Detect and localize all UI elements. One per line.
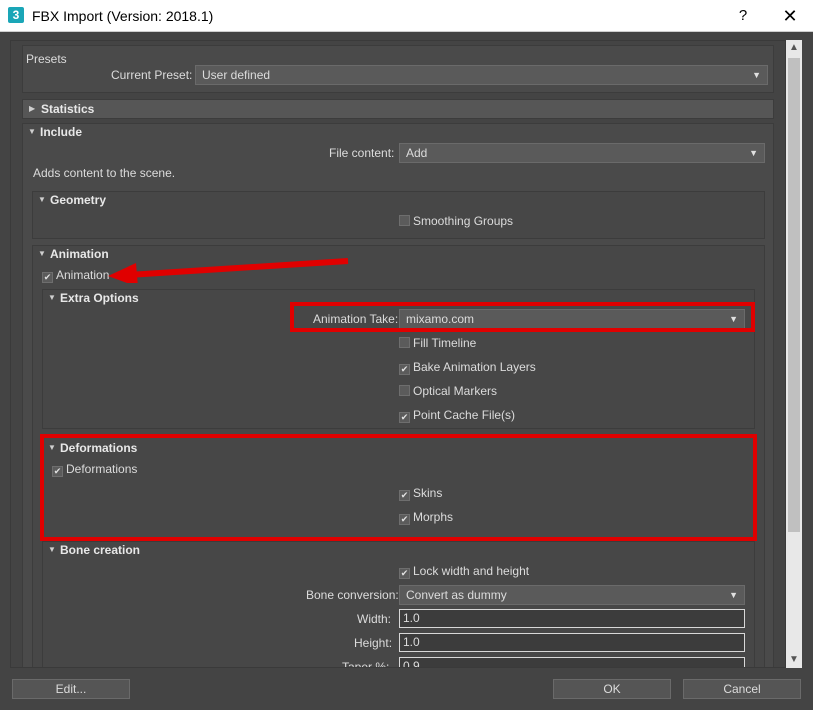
animation-checkbox-label: Animation [56, 268, 110, 282]
current-preset-dropdown[interactable]: User defined ▼ [195, 65, 768, 85]
current-preset-value: User defined [202, 68, 271, 82]
include-description: Adds content to the scene. [33, 166, 176, 180]
collapse-triangle-icon: ▼ [38, 249, 46, 258]
bone-conversion-value: Convert as dummy [406, 588, 507, 602]
cancel-button[interactable]: Cancel [683, 679, 801, 699]
animation-label: Animation [50, 247, 109, 261]
lock-width-height-label: Lock width and height [413, 564, 530, 578]
checkbox-unchecked-icon [399, 337, 410, 348]
checkbox-unchecked-icon [399, 215, 410, 226]
window-title: FBX Import (Version: 2018.1) [32, 8, 214, 24]
chevron-down-icon: ▼ [752, 70, 761, 80]
animation-checkbox[interactable]: ✔ Animation [42, 268, 109, 284]
app-icon: 3 [8, 7, 24, 23]
vertical-scrollbar[interactable]: ▲ ▼ [786, 40, 802, 668]
checkmark-icon: ✔ [399, 412, 410, 423]
scroll-thumb[interactable] [788, 58, 800, 532]
checkmark-icon: ✔ [42, 272, 53, 283]
taper-input[interactable]: 0.9 [399, 657, 745, 667]
red-arrow-icon [108, 258, 349, 283]
point-cache-label: Point Cache File(s) [413, 408, 516, 422]
statistics-label: Statistics [41, 102, 95, 116]
expand-triangle-icon: ▶ [29, 104, 36, 113]
width-input[interactable]: 1.0 [399, 609, 745, 628]
taper-label: Taper %: [342, 660, 390, 668]
file-content-label: File content: [329, 146, 395, 160]
lock-width-height-checkbox[interactable]: ✔ Lock width and height [399, 564, 529, 580]
point-cache-checkbox[interactable]: ✔ Point Cache File(s) [399, 408, 515, 424]
close-button[interactable]: ✕ [776, 4, 804, 28]
fill-timeline-label: Fill Timeline [413, 336, 477, 350]
checkbox-unchecked-icon [399, 385, 410, 396]
ok-button[interactable]: OK [553, 679, 671, 699]
scroll-up-icon[interactable]: ▲ [786, 40, 802, 56]
smoothing-groups-label: Smoothing Groups [413, 214, 514, 228]
optical-markers-label: Optical Markers [413, 384, 498, 398]
import-settings-panel: Presets Current Preset: User defined ▼ ▶… [10, 40, 786, 668]
height-label: Height: [354, 636, 393, 650]
current-preset-label: Current Preset: [111, 68, 193, 82]
chevron-down-icon: ▼ [729, 590, 738, 600]
extra-options-label: Extra Options [60, 291, 139, 305]
bake-animation-layers-label: Bake Animation Layers [413, 360, 536, 374]
checkmark-icon: ✔ [399, 364, 410, 375]
geometry-label: Geometry [50, 193, 107, 207]
help-button[interactable]: ? [733, 5, 753, 27]
width-label: Width: [357, 612, 392, 626]
chevron-down-icon: ▼ [749, 148, 758, 158]
height-input[interactable]: 1.0 [399, 633, 745, 652]
file-content-value: Add [406, 146, 428, 160]
bone-creation-rollout[interactable]: ▼ Bone creation [42, 541, 755, 561]
bone-conversion-label: Bone conversion: [306, 588, 399, 602]
edit-button[interactable]: Edit... [12, 679, 130, 699]
include-label: Include [40, 125, 83, 139]
title-bar: 3 FBX Import (Version: 2018.1) ? ✕ [0, 0, 813, 32]
file-content-dropdown[interactable]: Add ▼ [399, 143, 765, 163]
bone-creation-label: Bone creation [60, 543, 141, 557]
include-rollout[interactable]: ▼ Include [22, 123, 774, 143]
geometry-rollout[interactable]: ▼ Geometry [32, 191, 765, 211]
checkmark-icon: ✔ [399, 568, 410, 579]
highlight-box-animation-take [290, 302, 755, 332]
fill-timeline-checkbox[interactable]: Fill Timeline [399, 336, 476, 352]
collapse-triangle-icon: ▼ [48, 545, 56, 554]
bake-animation-layers-checkbox[interactable]: ✔ Bake Animation Layers [399, 360, 536, 376]
bone-conversion-dropdown[interactable]: Convert as dummy ▼ [399, 585, 745, 605]
smoothing-groups-checkbox[interactable]: Smoothing Groups [399, 214, 513, 230]
statistics-rollout[interactable]: ▶ Statistics [22, 99, 774, 119]
highlight-box-deformations [40, 434, 757, 541]
collapse-triangle-icon: ▼ [38, 195, 46, 204]
presets-label: Presets [26, 52, 67, 66]
scroll-down-icon[interactable]: ▼ [786, 652, 802, 668]
optical-markers-checkbox[interactable]: Optical Markers [399, 384, 497, 400]
collapse-triangle-icon: ▼ [28, 127, 36, 136]
collapse-triangle-icon: ▼ [48, 293, 56, 302]
